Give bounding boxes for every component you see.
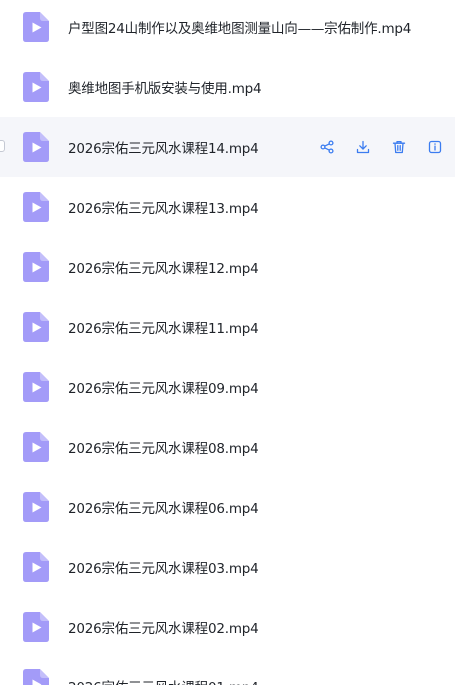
video-file-icon (23, 372, 49, 402)
file-name[interactable]: 2026宗佑三元风水课程01.mp4 (68, 676, 259, 685)
file-row[interactable]: 2026宗佑三元风水课程13.mp4 (0, 177, 455, 237)
video-file-icon (23, 312, 49, 342)
file-row[interactable]: 2026宗佑三元风水课程11.mp4 (0, 297, 455, 357)
video-file-icon (23, 669, 49, 685)
file-row[interactable]: 2026宗佑三元风水课程12.mp4 (0, 237, 455, 297)
video-file-icon (23, 72, 49, 102)
delete-icon[interactable] (390, 138, 408, 156)
file-row[interactable]: 奥维地图手机版安装与使用.mp4 (0, 57, 455, 117)
file-name[interactable]: 2026宗佑三元风水课程11.mp4 (68, 317, 259, 337)
share-icon[interactable] (318, 138, 336, 156)
video-file-icon (23, 192, 49, 222)
file-row[interactable]: 2026宗佑三元风水课程06.mp4 (0, 477, 455, 537)
video-file-icon (23, 252, 49, 282)
info-icon[interactable] (426, 138, 444, 156)
video-file-icon (23, 432, 49, 462)
file-name[interactable]: 2026宗佑三元风水课程12.mp4 (68, 257, 259, 277)
file-row[interactable]: 2026宗佑三元风水课程09.mp4 (0, 357, 455, 417)
file-name[interactable]: 2026宗佑三元风水课程13.mp4 (68, 197, 259, 217)
file-name[interactable]: 2026宗佑三元风水课程09.mp4 (68, 377, 259, 397)
video-file-icon (23, 132, 49, 162)
file-name[interactable]: 奥维地图手机版安装与使用.mp4 (68, 77, 262, 97)
video-file-icon (23, 612, 49, 642)
file-name[interactable]: 户型图24山制作以及奥维地图测量山向——宗佑制作.mp4 (68, 17, 411, 37)
file-row[interactable]: 2026宗佑三元风水课程08.mp4 (0, 417, 455, 477)
file-name[interactable]: 2026宗佑三元风水课程06.mp4 (68, 497, 259, 517)
file-row-hovered[interactable]: 2026宗佑三元风水课程14.mp4 (0, 117, 455, 177)
file-name[interactable]: 2026宗佑三元风水课程02.mp4 (68, 617, 259, 637)
file-row[interactable]: 2026宗佑三元风水课程02.mp4 (0, 597, 455, 657)
file-row[interactable]: 2026宗佑三元风水课程01.mp4 (0, 657, 455, 685)
download-icon[interactable] (354, 138, 372, 156)
file-row[interactable]: 2026宗佑三元风水课程03.mp4 (0, 537, 455, 597)
file-name[interactable]: 2026宗佑三元风水课程03.mp4 (68, 557, 259, 577)
file-name[interactable]: 2026宗佑三元风水课程08.mp4 (68, 437, 259, 457)
file-row[interactable]: 户型图24山制作以及奥维地图测量山向——宗佑制作.mp4 (0, 0, 455, 57)
video-file-icon (23, 492, 49, 522)
select-checkbox[interactable] (0, 140, 5, 152)
row-actions (318, 138, 444, 156)
file-name[interactable]: 2026宗佑三元风水课程14.mp4 (68, 137, 259, 157)
video-file-icon (23, 12, 49, 42)
video-file-icon (23, 552, 49, 582)
file-list: 户型图24山制作以及奥维地图测量山向——宗佑制作.mp4 奥维地图手机版安装与使… (0, 0, 455, 685)
